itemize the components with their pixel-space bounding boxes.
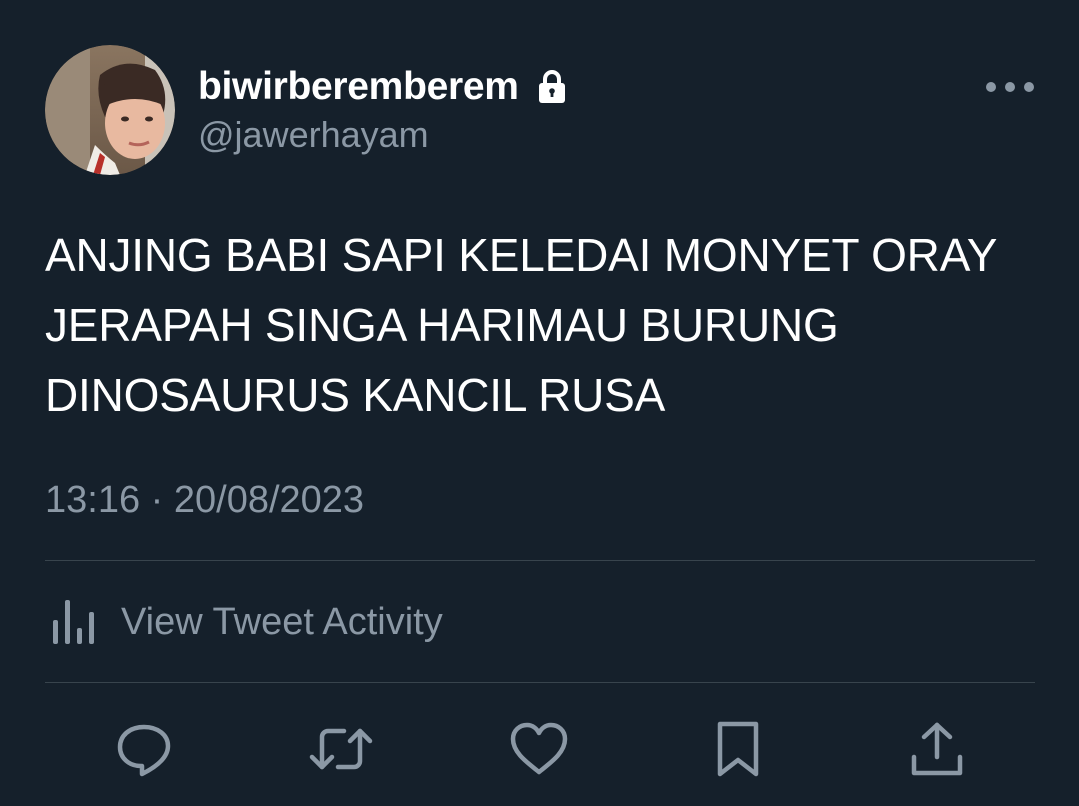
avatar[interactable] xyxy=(45,45,175,175)
view-tweet-activity-label[interactable]: View Tweet Activity xyxy=(121,601,443,644)
divider xyxy=(45,682,1035,683)
tweet-detail: biwirberemberem @jawerhayam ANJING BABI … xyxy=(0,0,1079,806)
tweet-text-line: JERAPAH SINGA HARIMAU BURUNG xyxy=(45,299,839,351)
like-button[interactable] xyxy=(506,716,572,782)
heart-icon xyxy=(510,722,568,775)
analytics-bars-icon xyxy=(53,600,94,644)
user-handle[interactable]: @jawerhayam xyxy=(198,114,429,156)
speech-bubble-icon xyxy=(117,724,171,777)
divider xyxy=(45,560,1035,561)
display-name[interactable]: biwirberemberem xyxy=(198,64,567,110)
share-button[interactable] xyxy=(904,716,970,782)
display-name-text[interactable]: biwirberemberem xyxy=(198,64,519,110)
bookmark-icon xyxy=(717,721,759,777)
reply-button[interactable] xyxy=(111,716,177,782)
tweet-timestamp[interactable]: 13:16 · 20/08/2023 xyxy=(45,477,364,523)
view-tweet-activity-link[interactable]: View Tweet Activity xyxy=(45,592,443,652)
share-upload-icon xyxy=(911,722,963,776)
tweet-text: ANJING BABI SAPI KELEDAI MONYET ORAY JER… xyxy=(45,220,1055,430)
more-options-button[interactable] xyxy=(975,70,1045,104)
bookmark-button[interactable] xyxy=(705,716,771,782)
retweet-button[interactable] xyxy=(308,716,374,782)
tweet-text-line: DINOSAURUS KANCIL RUSA xyxy=(45,369,666,421)
retweet-arrows-icon xyxy=(309,728,373,770)
tweet-text-line: ANJING BABI SAPI KELEDAI MONYET ORAY xyxy=(45,229,998,281)
more-dots-icon xyxy=(986,82,1034,92)
lock-icon xyxy=(538,70,565,103)
